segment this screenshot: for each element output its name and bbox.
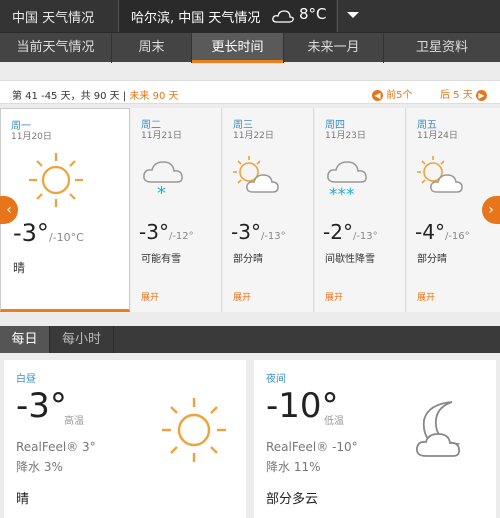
brand-title[interactable]: 中国 天气情况 <box>12 7 94 26</box>
tab-satellite[interactable]: 卫星资料 <box>384 33 500 63</box>
card-condition: 部分多云 <box>266 492 319 507</box>
card-temp-label: 高温 <box>64 416 84 427</box>
expand-link[interactable]: 展开 <box>233 290 251 303</box>
main-tabs: 当前天气情况 周末 更长时间 未来一月 卫星资料 <box>0 32 500 63</box>
daytime-card: 白昼 -3° 高温 RealFeel® 3° 降水 3% 晴 <box>4 360 246 518</box>
high-temp: -2° <box>323 220 353 244</box>
expand-link[interactable]: 展开 <box>417 290 435 303</box>
prev-label: 前5个 <box>386 90 413 101</box>
moon-cloud-icon <box>416 401 461 457</box>
prev-button[interactable]: ◀ 前5个 <box>372 86 413 101</box>
flurries-icon: *** <box>327 161 367 202</box>
day-condition: 可能有雪 <box>141 254 181 265</box>
sun-icon <box>162 398 226 462</box>
location-selector[interactable]: 哈尔滨, 中国 天气情况 8°C <box>118 0 336 32</box>
range-info: 第 41 -45 天，共 90 天 | 未来 90 天 <box>12 87 179 102</box>
chevron-right-icon: › <box>488 202 494 218</box>
day-card-wed[interactable]: 周三 11月22日 -3°/-13° 部分晴 展开 <box>223 108 314 312</box>
card-precip: 降水 11% <box>266 460 321 474</box>
day-card-tue[interactable]: 周二 11月21日 * -3°/-12° 可能有雪 展开 <box>131 108 222 312</box>
partly-sunny-icon <box>417 156 463 193</box>
day-card-thu[interactable]: 周四 11月23日 *** -2°/-13° 间歇性降雪 展开 <box>315 108 406 312</box>
top-bar: 中国 天气情况 哈尔滨, 中国 天气情况 8°C <box>0 0 500 32</box>
card-realfeel: RealFeel® -10° <box>266 440 358 454</box>
low-temp: /-12° <box>168 231 194 242</box>
day-condition: 间歇性降雪 <box>325 254 375 265</box>
day-temps: -2°/-13° <box>323 220 378 244</box>
location-name: 哈尔滨, 中国 天气情况 <box>131 11 261 26</box>
next-button[interactable]: 后 5 天 ▶ <box>440 86 487 101</box>
tab-hourly[interactable]: 每小时 <box>50 326 114 353</box>
expand-link[interactable]: 展开 <box>141 290 159 303</box>
card-precip: 降水 3% <box>16 460 63 474</box>
day-date: 11月21日 <box>141 131 182 141</box>
day-temps: -3°/-12° <box>139 220 194 244</box>
card-temp-label: 低温 <box>324 416 344 427</box>
range-bar: 第 41 -45 天，共 90 天 | 未来 90 天 ◀ 前5个 后 5 天 … <box>0 80 500 104</box>
location-dropdown-button[interactable] <box>337 0 367 32</box>
day-date: 11月24日 <box>417 131 458 141</box>
low-temp: /-16° <box>444 231 470 242</box>
card-condition: 晴 <box>16 492 30 507</box>
high-temp: -3° <box>231 220 261 244</box>
low-temp: /-13° <box>352 231 378 242</box>
high-temp: -4° <box>415 220 445 244</box>
chevron-left-icon: ‹ <box>6 202 12 218</box>
day-condition: 部分晴 <box>233 254 263 265</box>
card-temp: -3° <box>16 386 67 426</box>
day-condition: 晴 <box>13 261 26 275</box>
svg-text:***: *** <box>329 185 355 202</box>
sun-icon <box>29 153 83 207</box>
chevron-down-icon <box>347 12 359 18</box>
next-label: 后 5 天 <box>440 90 473 101</box>
day-forecast-strip: 周一 11月20日 -3°/-10°C 晴 周二 11月21日 * -3°/-1… <box>0 108 500 314</box>
range-text: 第 41 -45 天，共 90 天 | <box>12 91 130 102</box>
tab-daily[interactable]: 每日 <box>0 326 50 353</box>
day-condition: 部分晴 <box>417 254 447 265</box>
day-temps: -4°/-16° <box>415 220 470 244</box>
tab-current[interactable]: 当前天气情况 <box>0 33 112 63</box>
nighttime-card: 夜间 -10° 低温 RealFeel® -10° 降水 11% 部分多云 <box>254 360 496 518</box>
cloud-icon <box>272 10 294 23</box>
tab-extended[interactable]: 更长时间 <box>192 33 284 63</box>
tab-weekend[interactable]: 周末 <box>112 33 192 63</box>
period-tabs: 每日 每小时 <box>0 326 500 353</box>
low-temp: /-13° <box>260 231 286 242</box>
day-card-mon[interactable]: 周一 11月20日 -3°/-10°C 晴 <box>0 108 130 312</box>
low-temp: /-10°C <box>48 231 84 244</box>
day-date: 11月23日 <box>325 131 366 141</box>
future-90-link[interactable]: 未来 90 天 <box>129 91 178 102</box>
day-temps: -3°/-13° <box>231 220 286 244</box>
day-date: 11月22日 <box>233 131 274 141</box>
high-temp: -3° <box>139 220 169 244</box>
day-date: 11月20日 <box>11 132 52 142</box>
arrow-right-icon: ▶ <box>475 89 487 101</box>
expand-link[interactable]: 展开 <box>325 290 343 303</box>
arrow-left-icon: ◀ <box>372 89 383 101</box>
svg-text:*: * <box>157 183 166 202</box>
card-realfeel: RealFeel® 3° <box>16 440 96 454</box>
partly-sunny-icon <box>233 156 279 193</box>
snow-cloud-icon: * <box>143 161 183 202</box>
card-label: 白昼 <box>16 374 36 385</box>
tab-month[interactable]: 未来一月 <box>284 33 384 63</box>
card-label: 夜间 <box>266 374 286 385</box>
day-temps: -3°/-10°C <box>13 219 84 247</box>
current-temp: 8°C <box>299 5 327 23</box>
high-temp: -3° <box>13 219 49 247</box>
